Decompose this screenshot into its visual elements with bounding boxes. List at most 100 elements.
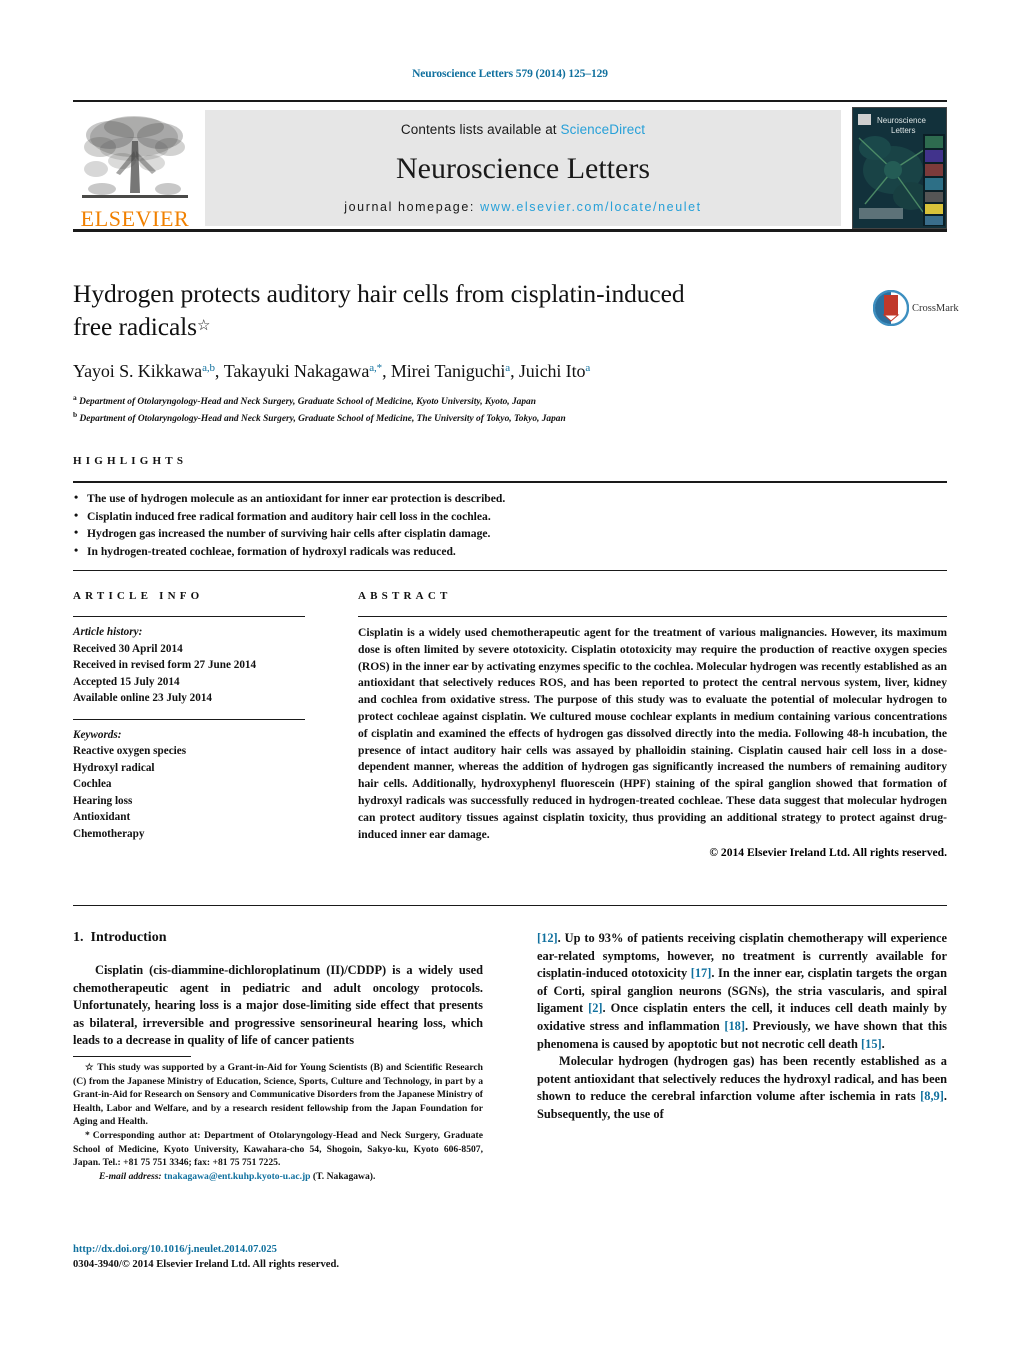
author-sep-2: , <box>510 361 519 381</box>
title-block: Hydrogen protects auditory hair cells fr… <box>73 278 863 425</box>
doi-block: http://dx.doi.org/10.1016/j.neulet.2014.… <box>73 1242 483 1272</box>
journal-homepage-line: journal homepage: www.elsevier.com/locat… <box>344 200 702 214</box>
journal-masthead: ELSEVIER Contents lists available at Sci… <box>73 100 947 232</box>
author-marks-3[interactable]: a <box>585 362 590 374</box>
author-name-3: Juichi Ito <box>518 361 586 381</box>
crossmark-badge[interactable]: CrossMark <box>873 283 959 333</box>
email-address-label: E-mail address: <box>99 1170 162 1182</box>
crossmark-label: CrossMark <box>912 302 959 314</box>
abstract-copyright: © 2014 Elsevier Ireland Ltd. All rights … <box>709 846 947 860</box>
elsevier-logo: ELSEVIER <box>73 106 197 230</box>
author-marks-0[interactable]: a,b <box>202 362 215 374</box>
contents-prefix: Contents lists available at <box>400 122 561 137</box>
author-list: Yayoi S. Kikkawaa,b, Takayuki Nakagawaa,… <box>73 361 863 382</box>
email-address-suffix: (T. Nakagawa). <box>312 1170 376 1182</box>
elsevier-tree-icon <box>82 116 188 198</box>
footnote-funding: ☆ This study was supported by a Grant-in-… <box>73 1061 483 1129</box>
keyword-item: Cochlea <box>73 778 112 790</box>
list-item: The use of hydrogen molecule as an antio… <box>73 489 947 508</box>
abstract-bottom-rule <box>73 905 947 906</box>
affiliation-a: a Department of Otolaryngology-Head and … <box>73 392 863 409</box>
citation-ref-8-9[interactable]: [8,9] <box>920 1089 944 1103</box>
footnote-funding-text: This study was supported by a Grant-in-A… <box>73 1062 483 1128</box>
list-item: Cisplatin induced free radical formation… <box>73 507 947 526</box>
body-column-right: [12]. Up to 93% of patients receiving ci… <box>537 930 947 1124</box>
page-title: Hydrogen protects auditory hair cells fr… <box>73 278 863 343</box>
highlights-label: HIGHLIGHTS <box>73 455 188 467</box>
affiliation-b: b Department of Otolaryngology-Head and … <box>73 409 863 426</box>
article-title-line-1: Hydrogen protects auditory hair cells fr… <box>73 279 685 308</box>
keyword-item: Antioxidant <box>73 811 131 823</box>
crossmark-icon[interactable] <box>873 290 909 326</box>
author-sep-1: , <box>382 361 391 381</box>
email-address-link[interactable]: tnakagawa@ent.kuhp.kyoto-u.ac.jp <box>164 1171 310 1182</box>
section-number: 1. <box>73 930 84 945</box>
doi-link[interactable]: http://dx.doi.org/10.1016/j.neulet.2014.… <box>73 1242 483 1257</box>
journal-homepage-link[interactable]: www.elsevier.com/locate/neulet <box>480 200 702 214</box>
author-sep-0: , <box>214 361 224 381</box>
citation-ref-17[interactable]: [17] <box>691 966 712 980</box>
abstract-column: ABSTRACT Cisplatin is a widely used chem… <box>358 590 947 859</box>
highlights-section: HIGHLIGHTS The use of hydrogen molecule … <box>73 455 947 571</box>
sciencedirect-link[interactable]: ScienceDirect <box>561 122 646 137</box>
paper-page: Neuroscience Letters 579 (2014) 125–129 <box>0 0 1020 1351</box>
citation-ref-12[interactable]: [12] <box>537 931 558 945</box>
journal-title: Neuroscience Letters <box>395 151 651 185</box>
article-history-label: Article history: <box>73 626 143 638</box>
svg-text:Letters: Letters <box>891 126 915 135</box>
journal-cover-thumbnail: Neuroscience Letters <box>852 107 947 229</box>
article-history-item: Accepted 15 July 2014 <box>73 675 180 688</box>
masthead-center-panel: Contents lists available at ScienceDirec… <box>205 110 841 226</box>
highlights-bottom-rule <box>73 570 947 571</box>
svg-text:Neuroscience: Neuroscience <box>877 116 926 125</box>
affiliation-list: a Department of Otolaryngology-Head and … <box>73 392 863 425</box>
author-name-1: Takayuki Nakagawa <box>223 361 370 381</box>
intro-paragraph-2: Molecular hydrogen (hydrogen gas) has be… <box>537 1053 947 1123</box>
title-footnote-symbol[interactable]: ☆ <box>197 318 210 334</box>
article-history-item: Received 30 April 2014 <box>73 642 183 655</box>
keywords-block: Keywords: Reactive oxygen species Hydrox… <box>73 720 358 843</box>
author-name-2: Mirei Taniguchi <box>390 361 506 381</box>
issn-copyright-line: 0304-3940/© 2014 Elsevier Ireland Ltd. A… <box>73 1259 339 1270</box>
keyword-item: Hearing loss <box>73 794 133 807</box>
list-item: In hydrogen-treated cochleae, formation … <box>73 542 947 561</box>
contents-lists-line: Contents lists available at ScienceDirec… <box>401 122 645 137</box>
affiliation-mark-b: b <box>73 409 78 419</box>
affiliation-mark-a: a <box>73 393 77 402</box>
footnote-corresponding-text: Corresponding author at: Department of O… <box>73 1129 483 1169</box>
footnote-asterisk-symbol: * <box>85 1129 90 1141</box>
keyword-item: Hydroxyl radical <box>73 761 155 774</box>
citation-ref-18[interactable]: [18] <box>724 1019 745 1033</box>
intro-paragraph-left: Cisplatin (cis-diammine-dichloroplatinum… <box>73 962 483 1050</box>
abstract-text: Cisplatin is a widely used chemotherapeu… <box>358 626 947 841</box>
author-name-0: Yayoi S. Kikkawa <box>73 361 203 381</box>
intro-text-part-6: . <box>881 1036 885 1051</box>
intro-paragraph-right: [12]. Up to 93% of patients receiving ci… <box>537 930 947 1053</box>
section-title: Introduction <box>90 930 167 945</box>
footnote-star-symbol: ☆ <box>85 1062 95 1073</box>
section-heading-introduction: 1. Introduction <box>73 930 483 946</box>
article-title-line-2: free radicals <box>73 312 197 341</box>
citation-ref-2[interactable]: [2] <box>588 1001 602 1015</box>
footnote-corresponding: * Corresponding author at: Department of … <box>73 1129 483 1170</box>
elsevier-wordmark: ELSEVIER <box>80 206 190 231</box>
cover-art-icon: Neuroscience Letters <box>853 108 946 228</box>
intro-text-part-1: Cisplatin (cis-diammine-dichloroplatinum… <box>73 963 483 1048</box>
intro2-text-part-1: Molecular hydrogen (hydrogen gas) has be… <box>537 1054 947 1104</box>
affiliation-text-b: Department of Otolaryngology-Head and Ne… <box>79 413 566 424</box>
info-abstract-headers: ARTICLE INFO Article history: Received 3… <box>73 590 947 859</box>
list-item: Hydrogen gas increased the number of sur… <box>73 524 947 543</box>
keyword-item: Reactive oxygen species <box>73 745 187 757</box>
footnotes-block: ☆ This study was supported by a Grant-in-… <box>73 1056 483 1183</box>
footnote-email-line: E-mail address: tnakagawa@ent.kuhp.kyoto… <box>73 1170 483 1184</box>
abstract-label: ABSTRACT <box>358 590 452 602</box>
info-abstract-section: ARTICLE INFO Article history: Received 3… <box>73 590 947 859</box>
affiliation-text-a: Department of Otolaryngology-Head and Ne… <box>79 397 536 408</box>
article-info-label: ARTICLE INFO <box>73 590 204 602</box>
homepage-prefix: journal homepage: <box>344 200 481 214</box>
article-history-item: Received in revised form 27 June 2014 <box>73 659 257 671</box>
citation-ref-15[interactable]: [15] <box>861 1037 882 1051</box>
author-marks-1[interactable]: a,* <box>369 362 382 374</box>
running-head: Neuroscience Letters 579 (2014) 125–129 <box>412 68 608 80</box>
body-column-left: 1. Introduction Cisplatin (cis-diammine-d… <box>73 930 483 1050</box>
